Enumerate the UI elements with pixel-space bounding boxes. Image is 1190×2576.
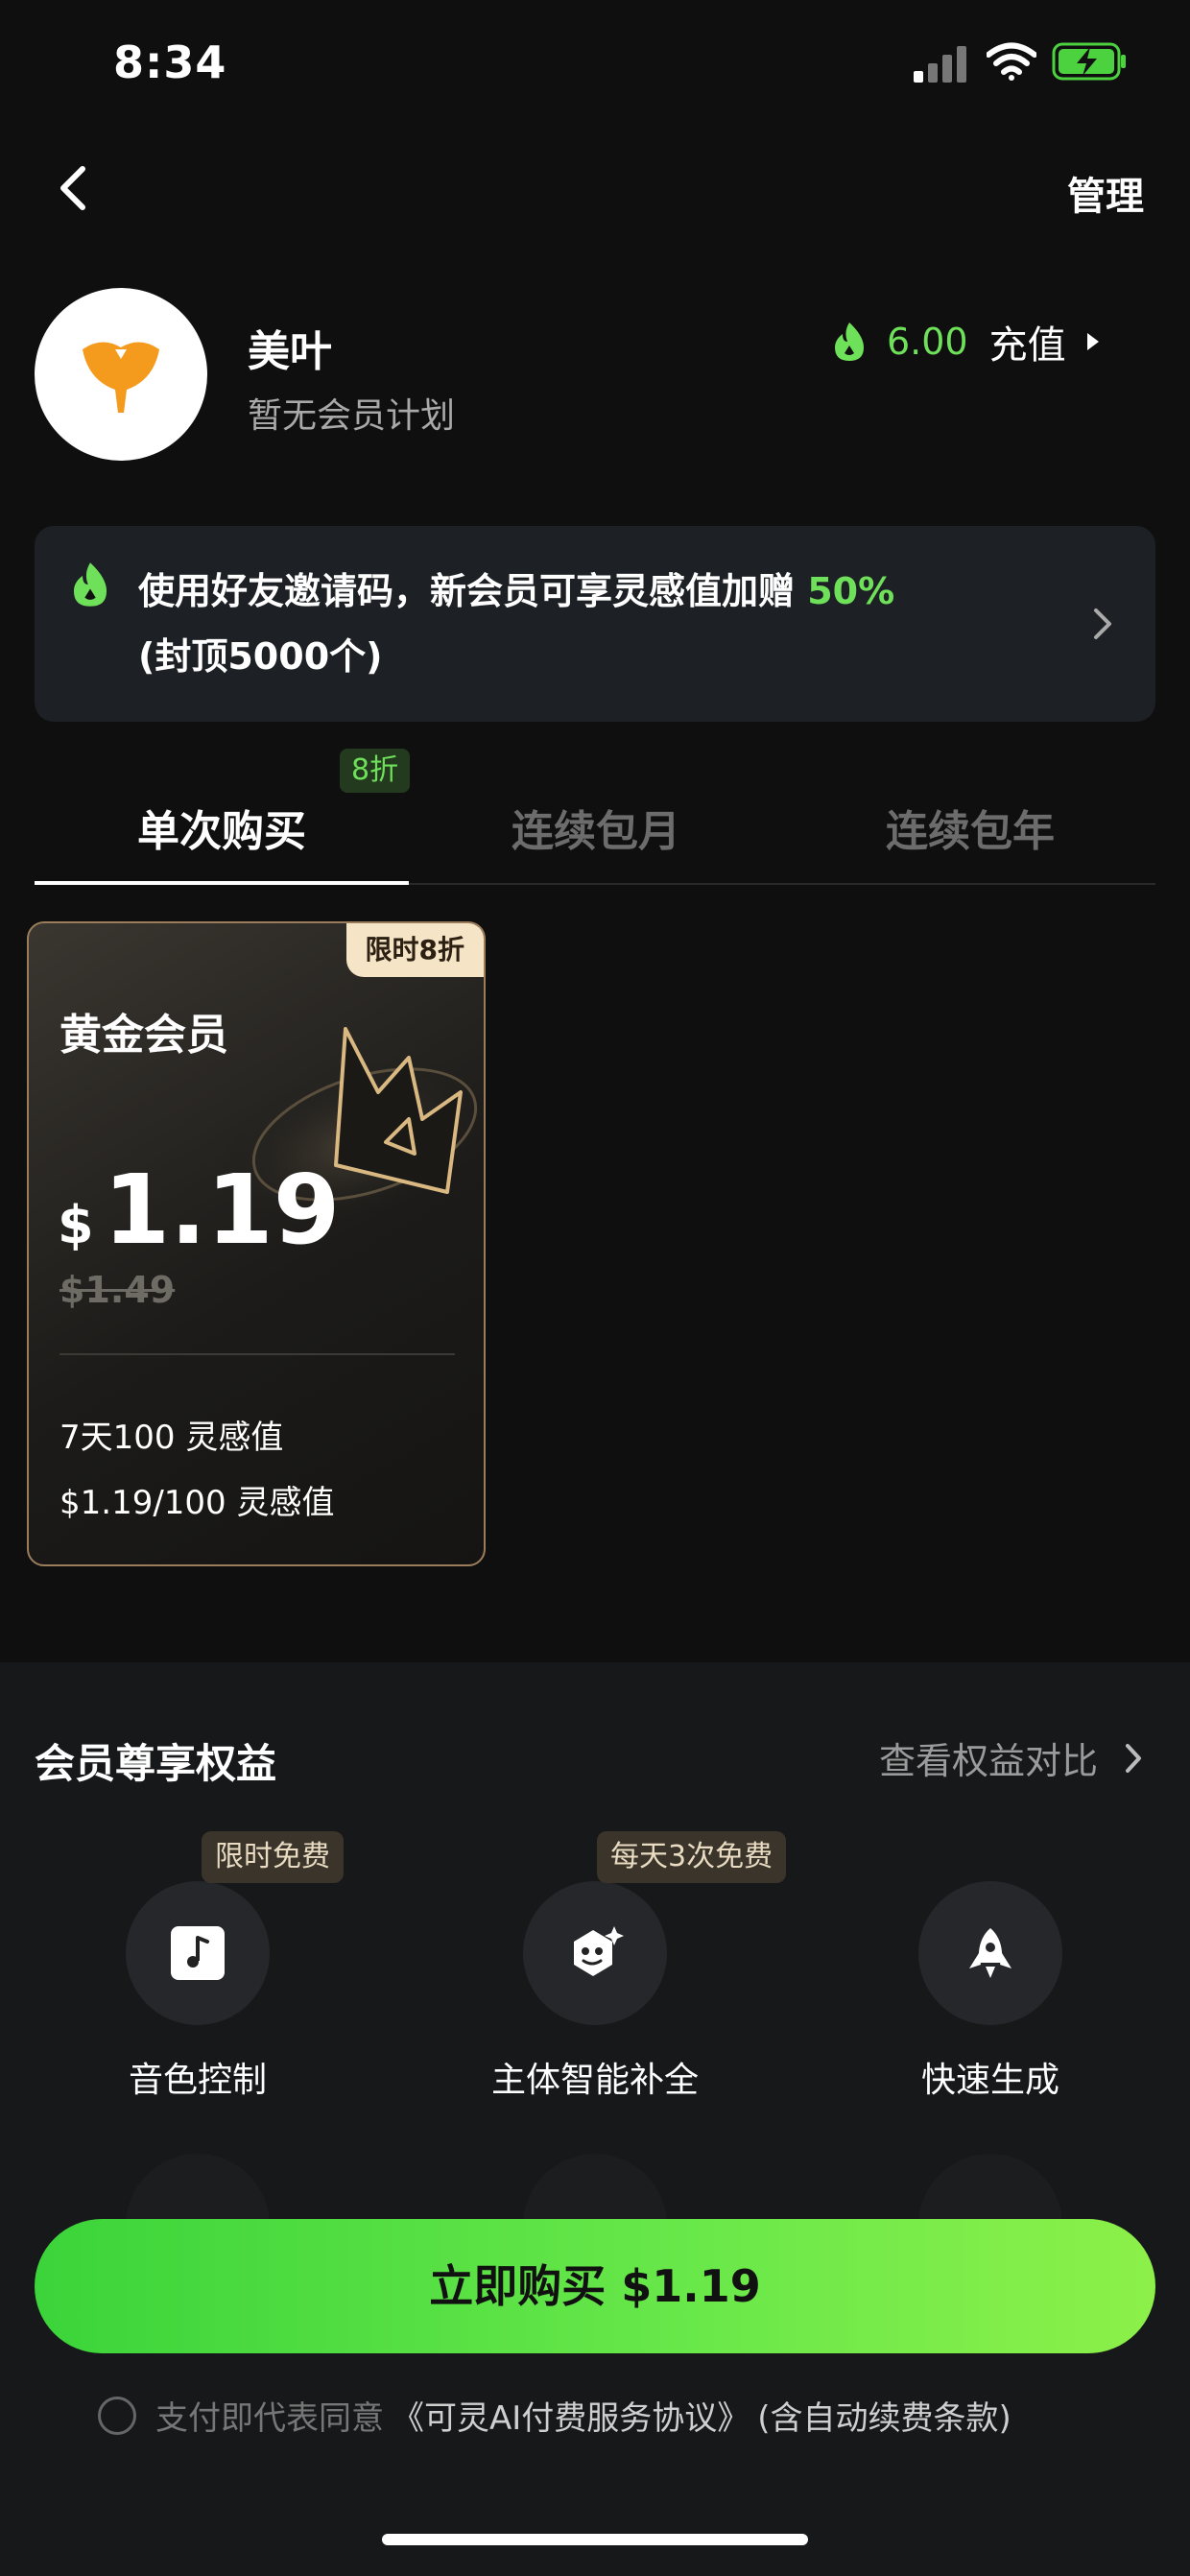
- face-sparkle-icon: [574, 1926, 624, 1976]
- rocket-icon: [969, 1928, 1012, 1978]
- benefit-subject-completion[interactable]: 主体智能补全 每天3次免费: [403, 1831, 787, 2102]
- status-time: 8:34: [113, 36, 227, 88]
- benefit-voice-control[interactable]: 音色控制 限时免费: [6, 1831, 390, 2102]
- battery-charging-icon: [1052, 42, 1126, 81]
- plan-detail-credits: 7天100 灵感值: [60, 1419, 284, 1457]
- balance-value: 6.00: [887, 321, 968, 363]
- limited-offer-tag: 限时8折: [345, 923, 484, 977]
- invite-text: 使用好友邀请码，新会员可享灵感值加赠 50% (封顶5000个): [138, 559, 1059, 689]
- tab-yearly[interactable]: 连续包年: [783, 797, 1157, 858]
- benefits-title: 会员尊享权益: [35, 1740, 277, 1787]
- plan-title: 黄金会员: [60, 1011, 228, 1060]
- tab-single-purchase[interactable]: 单次购买: [35, 797, 409, 858]
- avatar[interactable]: [35, 288, 207, 461]
- flame-icon: [835, 322, 864, 361]
- benefit-fast-generation[interactable]: 快速生成: [798, 1881, 1182, 2102]
- music-note-icon: [171, 1926, 225, 1980]
- tab-monthly[interactable]: 连续包月: [409, 797, 783, 858]
- buy-now-button[interactable]: 立即购买 $1.19: [35, 2219, 1155, 2353]
- home-indicator: [382, 2534, 808, 2545]
- flame-icon: [73, 562, 107, 607]
- benefit-icon-circle: [523, 1881, 667, 2025]
- chevron-right-icon: [1094, 608, 1111, 639]
- active-tab-indicator: [35, 881, 409, 885]
- benefit-label: 音色控制: [128, 2061, 267, 2100]
- compare-benefits-link[interactable]: 查看权益对比: [879, 1731, 1144, 1784]
- price-currency: $: [58, 1195, 94, 1255]
- caret-right-icon: [1086, 333, 1099, 350]
- discount-badge: 8折: [340, 749, 411, 793]
- manage-button[interactable]: 管理: [1067, 165, 1144, 221]
- benefit-label: 主体智能补全: [490, 2061, 699, 2100]
- auto-renew-note: (含自动续费条款): [757, 2399, 1012, 2438]
- benefit-label: 快速生成: [920, 2061, 1059, 2100]
- user-name: 美叶: [248, 327, 332, 376]
- compare-label: 查看权益对比: [878, 1740, 1098, 1782]
- wifi-icon: [987, 42, 1036, 81]
- benefit-badge: 限时免费: [202, 1831, 344, 1883]
- invite-main-text: 使用好友邀请码，新会员可享灵感值加赠: [138, 570, 808, 612]
- invite-sub-text: (封顶5000个): [138, 635, 383, 678]
- ginkgo-leaf-icon: [83, 342, 159, 413]
- benefit-badge: 每天3次免费: [597, 1831, 787, 1883]
- balance-recharge[interactable]: 6.00 充值: [831, 314, 1099, 370]
- plan-detail-unit-price: $1.19/100 灵感值: [60, 1484, 335, 1522]
- status-bar: 8:34: [0, 0, 1190, 134]
- member-benefits-section: 会员尊享权益 查看权益对比 音色控制 限时免费 主体智能补全 每天3次免费 快速…: [0, 1662, 1190, 2576]
- agreement-text: 支付即代表同意: [155, 2399, 384, 2438]
- agreement-row: 支付即代表同意 《可灵AI付费服务协议》 (含自动续费条款): [98, 2392, 1012, 2439]
- service-agreement-link[interactable]: 《可灵AI付费服务协议》: [392, 2392, 750, 2439]
- chevron-right-icon: [1126, 1743, 1141, 1773]
- plan-price: $ 1.19: [58, 1154, 340, 1266]
- back-chevron-icon[interactable]: [48, 161, 102, 215]
- benefit-icon-circle: [126, 1881, 270, 2025]
- card-divider: [60, 1353, 455, 1355]
- signal-icon: [914, 46, 966, 83]
- membership-status: 暂无会员计划: [248, 396, 456, 436]
- recharge-link[interactable]: 充值: [989, 314, 1066, 370]
- benefit-icon-circle: [918, 1881, 1062, 2025]
- price-value: 1.19: [103, 1154, 341, 1266]
- invite-highlight: 50%: [807, 570, 895, 612]
- gold-plan-card[interactable]: 限时8折 黄金会员 $ 1.19 $1.49 7天100 灵感值 $1.19/1…: [27, 921, 486, 1566]
- agree-radio[interactable]: [98, 2396, 136, 2435]
- original-price: $1.49: [60, 1269, 176, 1311]
- purchase-tabs: 单次购买 8折 连续包月 连续包年: [35, 749, 1155, 885]
- invite-banner[interactable]: 使用好友邀请码，新会员可享灵感值加赠 50% (封顶5000个): [35, 526, 1155, 722]
